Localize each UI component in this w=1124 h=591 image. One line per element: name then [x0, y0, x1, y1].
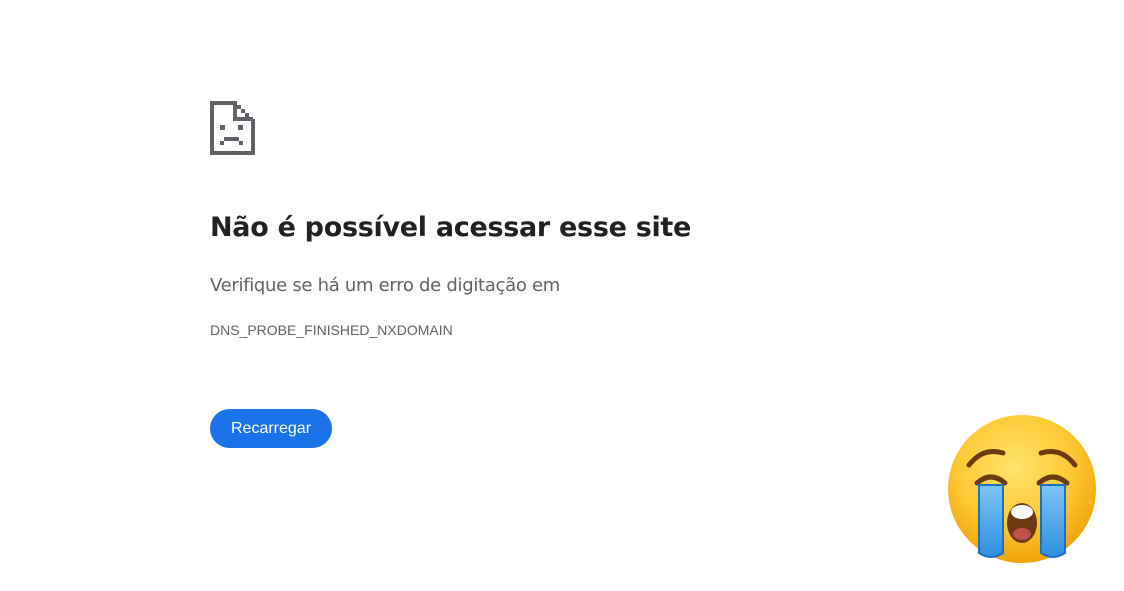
error-code: DNS_PROBE_FINISHED_NXDOMAIN: [210, 322, 453, 338]
page-title: Não é possível acessar esse site: [210, 212, 692, 243]
error-suggestion: Verifique se há um erro de digitação em: [210, 275, 560, 296]
sad-document-icon: [210, 101, 255, 155]
loudly-crying-face-icon: [945, 413, 1099, 567]
reload-button[interactable]: Recarregar: [210, 409, 332, 448]
